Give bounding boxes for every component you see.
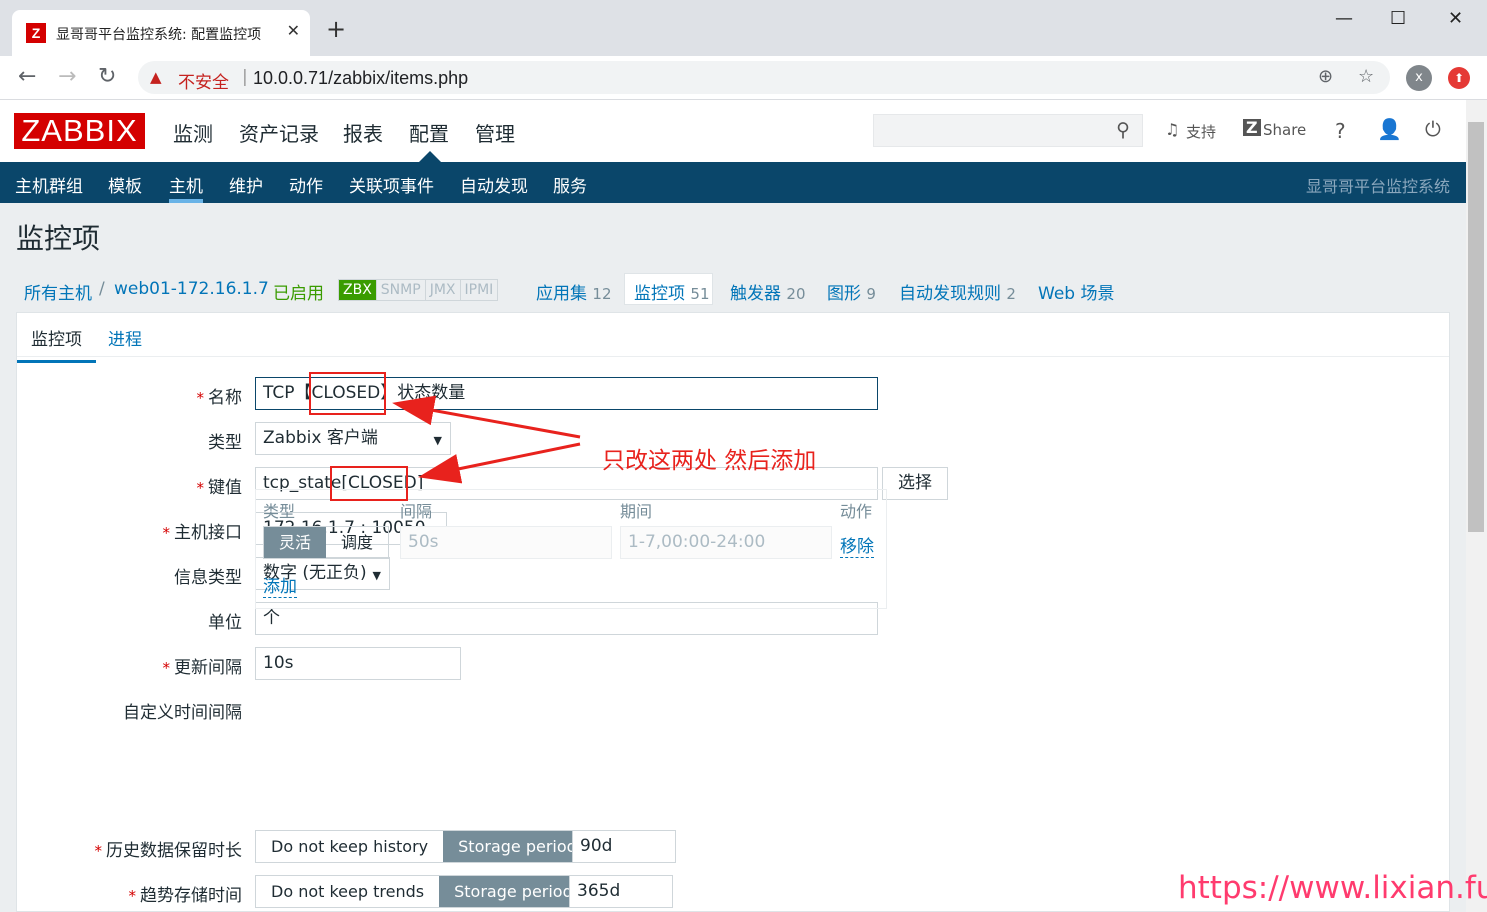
arrow-to-name: [392, 395, 581, 439]
arrow-to-key: [418, 442, 581, 484]
watermark: https://www.lixian.fun: [1178, 870, 1487, 906]
annotation-note: 只改这两处 然后添加: [602, 448, 817, 474]
scrollbar-thumb[interactable]: [1468, 122, 1484, 532]
